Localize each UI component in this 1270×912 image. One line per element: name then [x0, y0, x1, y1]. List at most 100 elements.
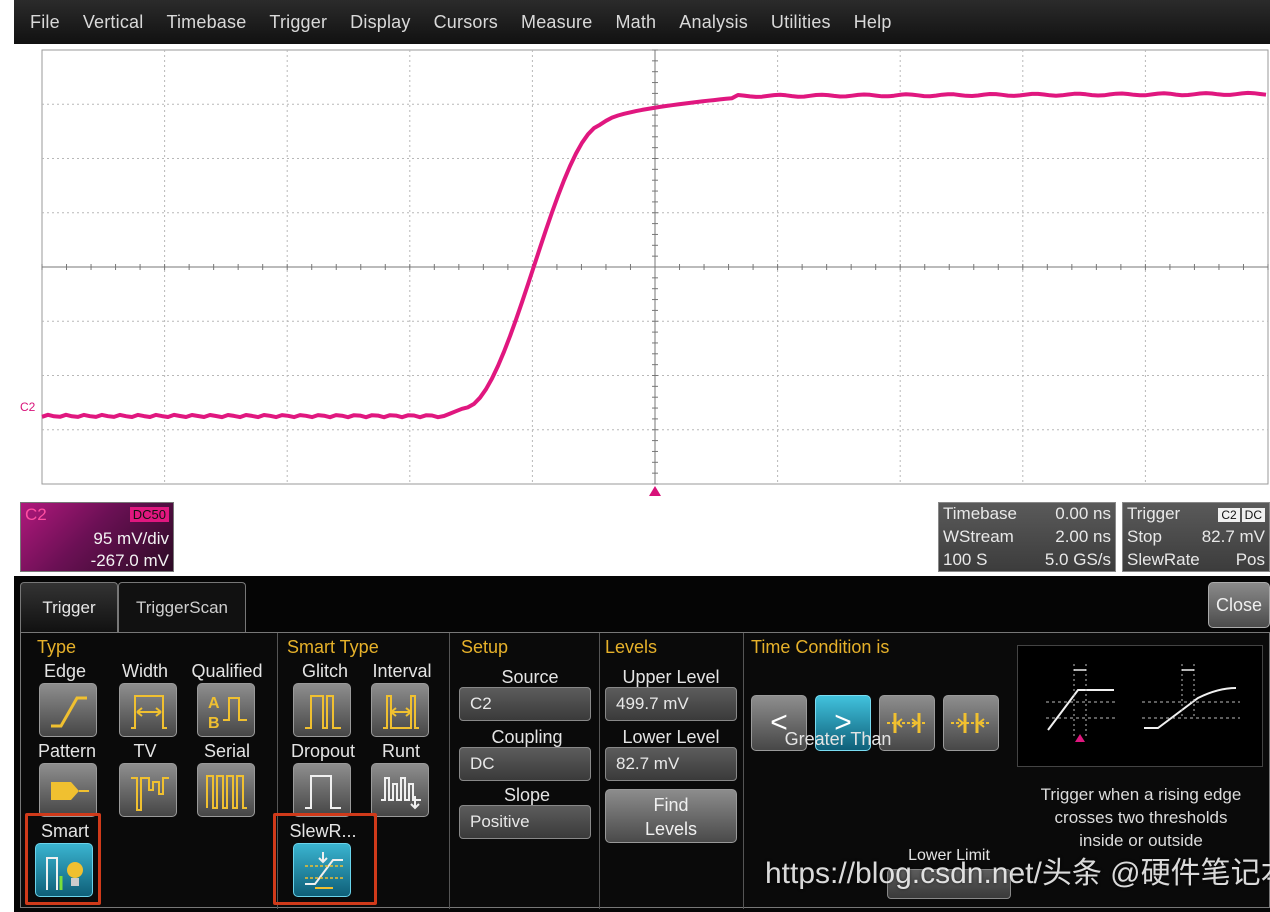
waveform-grid — [41, 49, 1269, 496]
upper-level-input[interactable]: 499.7 mV — [605, 687, 737, 721]
menu-bar: File Vertical Timebase Trigger Display C… — [14, 0, 1270, 44]
type-qualified-label: Qualified — [191, 661, 263, 681]
type-width-button[interactable] — [119, 683, 177, 737]
smart-dropout-button[interactable] — [293, 763, 351, 817]
channel-coupling-badge: DC50 — [129, 507, 169, 522]
menu-help[interactable]: Help — [854, 12, 892, 33]
channel-name: C2 — [25, 505, 47, 524]
tab-triggerscan[interactable]: TriggerScan — [118, 582, 246, 632]
source-label: Source — [501, 667, 559, 687]
watermark: https://blog.csdn.net/头条 @硬件笔记本 — [765, 857, 1270, 890]
trigger-slope: Pos — [1235, 550, 1265, 569]
slewrate-diagram-icon — [1046, 664, 1240, 742]
close-button[interactable]: Close — [1208, 582, 1270, 628]
trigger-description-line1: Trigger when a rising edge — [1040, 785, 1242, 804]
coupling-label: Coupling — [491, 727, 563, 747]
slope-label: Slope — [503, 785, 551, 805]
timebase-title: Timebase — [943, 504, 1018, 523]
outside-range-button[interactable] — [943, 695, 999, 751]
timebase-descriptor[interactable]: Timebase 0.00 ns WStream 2.00 ns 100 S 5… — [938, 502, 1116, 572]
timebase-samples: 100 S — [943, 550, 988, 569]
smart-glitch-label: Glitch — [301, 661, 348, 681]
time-condition-value: Greater Than — [784, 729, 892, 749]
menu-cursors[interactable]: Cursors — [434, 12, 498, 33]
menu-trigger[interactable]: Trigger — [269, 12, 327, 33]
slewrate-diagram — [1017, 645, 1263, 767]
trigger-position-marker — [649, 486, 661, 496]
width-icon — [131, 695, 167, 729]
status-strip: C2 DC50 95 mV/div -267.0 mV Timebase 0.0… — [14, 500, 1270, 576]
menu-math[interactable]: Math — [615, 12, 656, 33]
trigger-title: Trigger — [1127, 504, 1181, 523]
channel-vdiv: 95 mV/div — [93, 529, 169, 548]
tv-icon — [131, 777, 169, 811]
separator — [449, 633, 450, 909]
svg-text:A: A — [208, 695, 220, 712]
type-tv-label: TV — [133, 741, 157, 761]
trigger-descriptor[interactable]: Trigger C2 DC Stop 82.7 mV SlewRate Pos — [1122, 502, 1270, 572]
smart-type-section-title: Smart Type — [287, 637, 379, 657]
slope-select[interactable]: Positive — [459, 805, 591, 839]
type-tv-button[interactable] — [119, 763, 177, 817]
smart-runt-label: Runt — [381, 741, 421, 761]
menu-measure[interactable]: Measure — [521, 12, 592, 33]
type-edge-button[interactable] — [39, 683, 97, 737]
timebase-mode: WStream — [943, 527, 1014, 546]
timebase-delay: 0.00 ns — [1055, 504, 1111, 523]
coupling-select[interactable]: DC — [459, 747, 591, 781]
type-serial-label: Serial — [203, 741, 251, 761]
menu-display[interactable]: Display — [350, 12, 410, 33]
outside-range-icon — [951, 713, 991, 733]
edge-icon — [51, 696, 87, 728]
lower-level-label: Lower Level — [622, 727, 720, 747]
smart-slewrate-label: SlewR... — [289, 821, 357, 841]
trigger-description: Trigger when a rising edge crosses two t… — [1009, 783, 1270, 852]
smart-slewrate-button[interactable] — [293, 843, 351, 897]
svg-text:B: B — [208, 715, 220, 732]
separator — [599, 633, 600, 909]
smart-dropout-label: Dropout — [290, 741, 356, 761]
type-section-title: Type — [37, 637, 77, 657]
trigger-coupling-tag: DC — [1241, 508, 1265, 522]
trigger-level: 82.7 mV — [1201, 527, 1265, 546]
type-width-label: Width — [121, 661, 168, 681]
tab-trigger[interactable]: Trigger — [20, 582, 118, 632]
type-smart-button[interactable] — [35, 843, 93, 897]
trigger-description-line2: crosses two thresholds — [1054, 808, 1228, 827]
separator — [743, 633, 744, 909]
channel-ground-marker: C2 — [20, 400, 36, 414]
timebase-tdiv: 2.00 ns — [1055, 527, 1111, 546]
setup-section-title: Setup — [461, 637, 509, 657]
smart-interval-label: Interval — [372, 661, 432, 681]
smart-lightbulb-icon — [46, 857, 83, 890]
timebase-rate: 5.0 GS/s — [1044, 550, 1111, 569]
type-serial-button[interactable] — [197, 763, 255, 817]
type-edge-label: Edge — [43, 661, 87, 681]
type-pattern-button[interactable] — [39, 763, 97, 817]
type-qualified-button[interactable]: AB — [197, 683, 255, 737]
trigger-type: SlewRate — [1127, 550, 1200, 569]
menu-timebase[interactable]: Timebase — [166, 12, 246, 33]
levels-section-title: Levels — [605, 637, 658, 657]
source-select[interactable]: C2 — [459, 687, 591, 721]
menu-file[interactable]: File — [30, 12, 60, 33]
menu-utilities[interactable]: Utilities — [771, 12, 831, 33]
smart-glitch-button[interactable] — [293, 683, 351, 737]
waveform-display[interactable]: C2 — [14, 44, 1270, 500]
pattern-icon — [51, 782, 89, 800]
time-condition-title: Time Condition is — [751, 637, 890, 657]
serial-icon — [206, 775, 247, 809]
smart-interval-button[interactable] — [371, 683, 429, 737]
dropout-icon — [305, 775, 341, 809]
lower-level-input[interactable]: 82.7 mV — [605, 747, 737, 781]
trigger-state: Stop — [1127, 527, 1162, 546]
menu-analysis[interactable]: Analysis — [679, 12, 748, 33]
find-levels-button[interactable]: Find Levels — [605, 789, 737, 843]
slewrate-icon — [305, 852, 343, 889]
find-levels-line2: Levels — [644, 819, 698, 839]
menu-vertical[interactable]: Vertical — [83, 12, 144, 33]
qualified-icon: AB — [208, 695, 247, 732]
type-smart-label: Smart — [40, 821, 89, 841]
smart-runt-button[interactable] — [371, 763, 429, 817]
channel-descriptor[interactable]: C2 DC50 95 mV/div -267.0 mV — [20, 502, 174, 572]
